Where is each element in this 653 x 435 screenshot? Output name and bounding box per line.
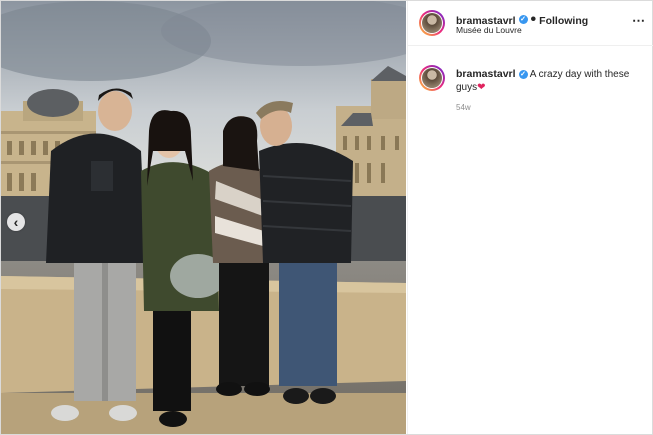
post-modal: ‹ bramastavrl ✓ • Following Musée du Louvre…: [0, 0, 653, 435]
following-button[interactable]: Following: [539, 15, 588, 27]
previous-photo-button[interactable]: ‹: [7, 213, 25, 231]
post-photo[interactable]: ‹: [1, 1, 406, 434]
separator-dot: •: [530, 11, 537, 28]
chevron-left-icon: ‹: [13, 214, 19, 230]
author-avatar[interactable]: [419, 10, 445, 36]
post-timestamp[interactable]: 54w: [456, 103, 471, 112]
caption-verified-badge-icon: ✓: [518, 69, 528, 79]
caption-username[interactable]: bramastavrl: [456, 68, 516, 80]
photo-illustration: [1, 1, 406, 434]
post-caption: bramastavrl ✓ A crazy day with these guys…: [456, 68, 641, 94]
verified-badge-icon: ✓: [518, 15, 528, 25]
post-location[interactable]: Musée du Louvre: [456, 25, 522, 35]
more-options-icon[interactable]: ⋯: [632, 13, 645, 29]
post-header: bramastavrl ✓ • Following Musée du Louvre ⋯: [408, 1, 653, 46]
caption-author-avatar[interactable]: [419, 65, 445, 91]
heart-emoji-icon: ❤: [477, 82, 486, 93]
post-side-panel: bramastavrl ✓ • Following Musée du Louvre ⋯…: [407, 1, 653, 434]
